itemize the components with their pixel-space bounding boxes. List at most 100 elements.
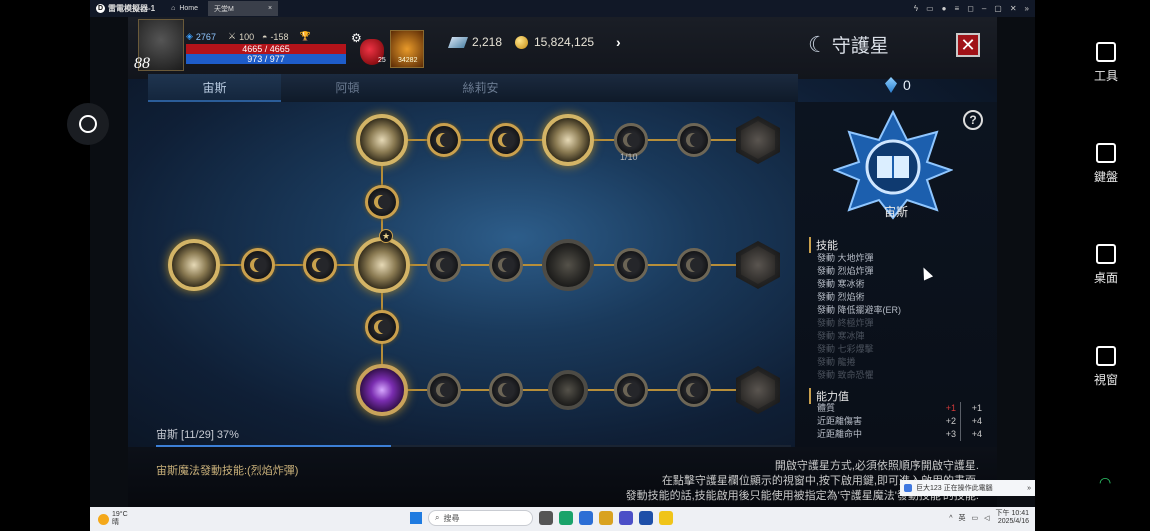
attack-stat: ⚔ 100 — [228, 31, 254, 42]
hex-inner — [741, 246, 775, 284]
chevron-up-icon[interactable]: ^ — [949, 515, 952, 522]
sidebar-item-tools[interactable]: 工具 — [1075, 42, 1137, 84]
sidebar-item-window[interactable]: 視窗 — [1075, 346, 1137, 388]
node-small-locked[interactable] — [489, 373, 523, 407]
remote-notification[interactable]: 巨大123 正在操作此電腦 » — [900, 480, 1035, 496]
node-bottom-root[interactable] — [356, 364, 408, 416]
expand-icon[interactable]: » — [1027, 485, 1031, 492]
maximize-icon[interactable]: ▢ — [994, 4, 1002, 13]
node-small[interactable] — [365, 310, 399, 344]
clock-date: 2025/4/16 — [997, 518, 1029, 525]
diamond-icon — [447, 36, 469, 48]
node-small-locked[interactable] — [677, 123, 711, 157]
minimize-icon[interactable]: – — [982, 4, 986, 13]
power-icon: ◈ — [186, 31, 193, 41]
moon-icon — [378, 320, 392, 334]
combat-power-value: 2767 — [195, 31, 216, 42]
node-top-root[interactable] — [356, 114, 408, 166]
settings-gear-icon[interactable]: ⚙ — [351, 31, 362, 45]
gold-value: 15,824,125 — [534, 35, 595, 49]
node-small-locked[interactable] — [677, 248, 711, 282]
emulator-sidebar: 工具 鍵盤 桌面 視窗 — [1075, 30, 1137, 430]
task-view-icon[interactable] — [539, 511, 553, 525]
node-small-locked[interactable] — [489, 248, 523, 282]
sidebar-item-desktop[interactable]: 桌面 — [1075, 244, 1137, 286]
tab-zeus[interactable]: 宙斯 — [148, 74, 281, 102]
store-icon[interactable] — [579, 511, 593, 525]
emulator-app-icon[interactable] — [659, 511, 673, 525]
node-small[interactable] — [489, 123, 523, 157]
node-small[interactable] — [365, 185, 399, 219]
edge-browser-icon[interactable] — [559, 511, 573, 525]
node-small-locked[interactable] — [677, 373, 711, 407]
node-small-locked[interactable] — [427, 373, 461, 407]
help-icon[interactable]: ? — [963, 110, 983, 130]
node-mid-start[interactable] — [168, 239, 220, 291]
close-window-icon[interactable]: ✕ — [1010, 4, 1017, 13]
skill-item-locked: 發動 寒冰陣 — [817, 331, 865, 341]
floating-assist-button[interactable] — [67, 103, 109, 145]
wifi-icon: ◠ — [1099, 474, 1112, 490]
moon-icon — [690, 133, 704, 147]
lightning-icon[interactable]: ϟ — [914, 4, 918, 13]
emulator-logo-icon: D — [96, 4, 105, 13]
fullscreen-icon[interactable]: ◻ — [967, 4, 974, 13]
sidebar-item-keyboard[interactable]: 鍵盤 — [1075, 143, 1137, 185]
guardian-star-logo-icon: ☾ — [808, 31, 828, 57]
panel-title: ☾ 守護星 — [808, 31, 889, 58]
account-icon[interactable]: ● — [942, 4, 947, 13]
node-small-locked[interactable] — [427, 248, 461, 282]
close-panel-button[interactable]: ✕ — [956, 33, 980, 57]
window-controls: ϟ ▭ ● ≡ ◻ – ▢ ✕ » — [914, 4, 1035, 13]
node-small[interactable] — [427, 123, 461, 157]
search-placeholder: 搜尋 — [443, 513, 460, 523]
lang-indicator[interactable]: 英 — [959, 513, 966, 523]
moon-icon — [502, 258, 516, 272]
node-top-major[interactable] — [542, 114, 594, 166]
taskbar-search-input[interactable]: ⌕ 搜尋 — [428, 510, 533, 526]
close-tab-icon[interactable]: × — [268, 5, 272, 12]
weather-widget[interactable]: 19°C 晴 — [90, 511, 128, 527]
clock[interactable]: 下午 10:41 2025/4/16 — [996, 510, 1029, 526]
node-center-selected[interactable]: ★ — [354, 229, 410, 293]
node-bottom-major-locked[interactable] — [548, 370, 588, 410]
collapse-icon[interactable]: » — [1025, 4, 1029, 13]
tab-silian[interactable]: 絲莉安 — [414, 74, 547, 102]
node-small-locked[interactable] — [614, 373, 648, 407]
node-counter: 1/10 — [620, 152, 638, 162]
gamepad-icon[interactable]: ▭ — [926, 4, 934, 13]
network-icon[interactable]: ▭ — [972, 514, 979, 522]
star-icon: ★ — [379, 229, 393, 243]
sword-icon: ⚔ — [228, 31, 237, 41]
weather-temp: 19°C — [112, 511, 128, 518]
app-icon[interactable] — [639, 511, 653, 525]
mp-bar: 973 / 977 — [186, 54, 346, 64]
tab-home[interactable]: ⌂ Home — [165, 1, 204, 16]
moon-icon — [440, 133, 454, 147]
tab-aton[interactable]: 阿頓 — [281, 74, 414, 102]
ability-delta: +2 — [945, 416, 956, 426]
file-explorer-icon[interactable] — [599, 511, 613, 525]
menu-icon[interactable]: ≡ — [955, 4, 960, 13]
moon-icon — [316, 258, 330, 272]
node-small[interactable] — [241, 248, 275, 282]
skills-title: 技能 — [809, 237, 838, 253]
teams-icon[interactable] — [619, 511, 633, 525]
chevron-right-icon[interactable]: › — [616, 34, 621, 50]
skill-item: 發動 寒冰術 — [817, 279, 865, 289]
footer-skill-text: 宙斯魔法發動技能:(烈焰炸彈) — [156, 465, 299, 477]
mp-text: 973 / 977 — [247, 54, 285, 64]
node-small[interactable] — [303, 248, 337, 282]
tab-game[interactable]: 天堂M × — [208, 1, 279, 16]
diamond-value: 2,218 — [472, 35, 503, 49]
emulator-title: D 雷電模擬器-1 — [90, 3, 161, 14]
defense-value: -158 — [270, 31, 289, 42]
volume-icon[interactable]: ◁ — [984, 514, 989, 522]
node-small-locked[interactable] — [614, 248, 648, 282]
node-mid-major-locked[interactable] — [542, 239, 594, 291]
windows-start-icon[interactable] — [410, 512, 422, 524]
moon-icon — [627, 383, 641, 397]
ability-row: 近距離傷害 +2 +4 — [817, 415, 982, 428]
gold-currency: 15,824,125 — [515, 35, 594, 49]
quick-skill-text: 34282 — [398, 57, 418, 64]
